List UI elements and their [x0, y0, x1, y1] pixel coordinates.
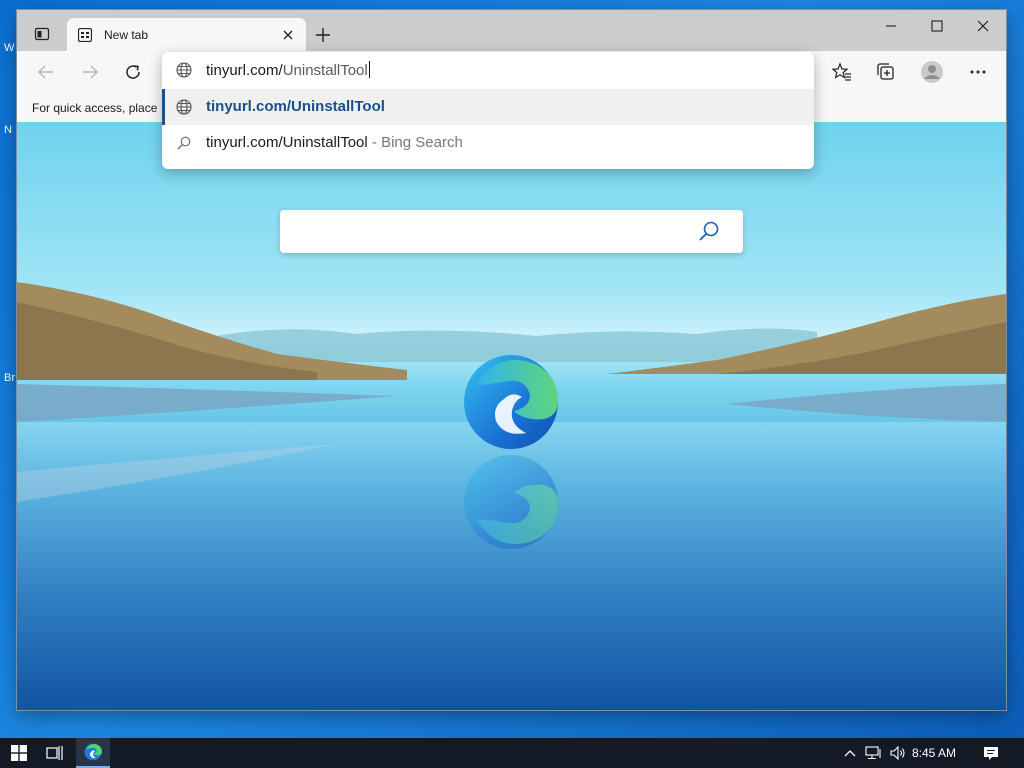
address-bar-dropdown: tinyurl.com/UninstallTool tinyurl.com/Un… [162, 52, 814, 169]
web-search-box[interactable] [280, 210, 743, 253]
windows-logo-icon [11, 745, 27, 761]
address-autocomplete-text: UninstallTool [282, 62, 368, 79]
task-view-icon [46, 746, 63, 760]
desktop-icon-label[interactable]: N [4, 124, 12, 136]
desktop-icon-label[interactable]: Br [4, 372, 15, 384]
tab-actions-icon [34, 27, 50, 41]
selection-indicator [162, 89, 165, 125]
speaker-icon [890, 746, 905, 760]
notification-icon [984, 747, 998, 760]
more-dots-icon [970, 70, 986, 74]
suggestion-text: tinyurl.com/UninstallTool [206, 98, 385, 115]
globe-icon [176, 62, 192, 78]
text-caret [368, 61, 370, 78]
action-center-button[interactable] [974, 738, 1008, 768]
minimize-icon [886, 25, 896, 27]
show-hidden-icons-button[interactable] [842, 738, 858, 768]
new-tab-page-background [17, 122, 1006, 710]
maximize-button[interactable] [914, 10, 960, 42]
system-clock[interactable]: 8:45 AM [912, 738, 956, 768]
new-tab-button[interactable] [309, 22, 337, 48]
close-tab-button[interactable] [274, 23, 302, 47]
forward-button[interactable] [74, 57, 106, 87]
desktop-icon-label[interactable]: W [4, 42, 14, 54]
back-button[interactable] [30, 57, 62, 87]
chevron-up-icon [844, 750, 856, 757]
edge-icon [84, 743, 102, 761]
network-icon [865, 746, 881, 760]
tab-actions-button[interactable] [25, 20, 59, 48]
tab-new-tab[interactable]: New tab [67, 18, 306, 51]
favorites-bar-hint: For quick access, place y [32, 101, 160, 115]
address-input[interactable]: tinyurl.com/UninstallTool [162, 52, 814, 88]
search-icon [176, 135, 192, 151]
start-button[interactable] [0, 738, 38, 768]
suggestion-item-url[interactable]: tinyurl.com/UninstallTool [162, 89, 814, 125]
refresh-button[interactable] [117, 57, 149, 87]
suggestion-text-wrapper: tinyurl.com/UninstallTool - Bing Search [206, 134, 463, 151]
arrow-right-icon [83, 65, 98, 79]
globe-icon [176, 99, 192, 115]
volume-button[interactable] [888, 738, 908, 768]
arrow-left-icon [38, 65, 53, 79]
title-bar: New tab [17, 10, 1006, 51]
avatar-icon [921, 61, 943, 83]
profile-button[interactable] [916, 57, 948, 87]
task-view-button[interactable] [38, 738, 72, 768]
suggestion-text: tinyurl.com/UninstallTool [206, 134, 368, 151]
network-button[interactable] [864, 738, 884, 768]
suggestion-suffix: - Bing Search [367, 134, 463, 151]
collections-icon [877, 63, 894, 80]
settings-more-button[interactable] [962, 57, 994, 87]
collections-button[interactable] [870, 57, 902, 87]
close-window-button[interactable] [960, 10, 1006, 42]
suggestion-item-search[interactable]: tinyurl.com/UninstallTool - Bing Search [162, 125, 814, 161]
taskbar: 8:45 AM [0, 738, 1024, 768]
minimize-button[interactable] [868, 10, 914, 42]
plus-icon [316, 28, 330, 42]
close-icon [283, 30, 293, 39]
search-icon[interactable] [697, 220, 721, 244]
tab-title: New tab [104, 27, 149, 42]
new-tab-page-icon [77, 27, 93, 43]
favorites-star-icon [832, 62, 851, 81]
browser-window: New tab For quick access, place y tinyur… [17, 10, 1006, 710]
address-text[interactable]: tinyurl.com/UninstallTool [206, 61, 370, 79]
close-icon [977, 20, 989, 32]
edge-logo [464, 355, 559, 449]
maximize-icon [931, 20, 943, 32]
favorites-button[interactable] [826, 57, 858, 87]
taskbar-edge-button[interactable] [76, 738, 110, 768]
address-typed-text: tinyurl.com/ [206, 62, 283, 79]
refresh-icon [126, 65, 140, 79]
